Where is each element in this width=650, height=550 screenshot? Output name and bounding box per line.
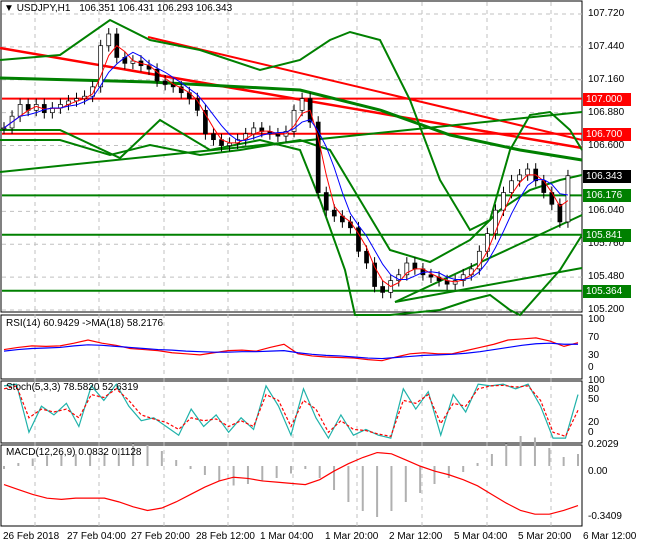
candle-body <box>412 262 418 270</box>
time-axis-label: 6 Mar 12:00 <box>583 531 637 542</box>
candle-body <box>211 133 216 141</box>
price-axis-label: 105.480 <box>588 271 625 283</box>
dropdown-icon[interactable]: ▼ <box>4 3 17 14</box>
candle-body <box>468 268 474 276</box>
macd-axis-label: -0.3409 <box>588 511 622 522</box>
stoch-axis-label: 0 <box>588 427 594 438</box>
time-axis-label: 28 Feb 12:00 <box>196 531 255 542</box>
bollinger-upper <box>0 18 583 232</box>
symbol-header: ▼ USDJPY,H1 106.351 106.431 106.293 106.… <box>4 3 232 14</box>
panel-frame <box>0 0 583 313</box>
price-axis-label: 106.600 <box>588 139 625 151</box>
rsi-axis-label: 100 <box>588 314 605 325</box>
price-tag: 106.176 <box>583 189 631 203</box>
price-tag: 105.841 <box>583 228 631 242</box>
price-axis-label: 106.880 <box>588 106 625 118</box>
candle-body <box>517 174 522 182</box>
time-axis-label: 26 Feb 2018 <box>3 531 60 542</box>
price-tag: 106.700 <box>583 127 631 141</box>
green-trendline <box>394 214 583 303</box>
time-axis-label: 2 Mar 12:00 <box>389 531 443 542</box>
candle-body <box>557 203 563 223</box>
time-axis-label: 1 Mar 20:00 <box>325 531 379 542</box>
macd-axis-label: 0.2029 <box>588 439 619 450</box>
rsi-axis-label: 0 <box>588 362 594 373</box>
stoch-label: Stoch(5,3,3) 78.5820 52.6319 <box>6 382 139 393</box>
candle-body <box>380 286 385 293</box>
macd-label: MACD(12,26,9) 0.0832 0.1128 <box>6 447 142 458</box>
rsi-ma-line <box>3 342 578 360</box>
candle-body <box>525 168 531 176</box>
candle-body <box>98 45 104 88</box>
candle-body <box>501 192 506 211</box>
price-tag: 105.364 <box>583 284 631 298</box>
time-axis-label: 5 Mar 20:00 <box>518 531 572 542</box>
stoch-axis-label: 50 <box>588 394 600 405</box>
price-tag: 107.000 <box>583 92 631 106</box>
time-axis-label: 5 Mar 04:00 <box>454 531 508 542</box>
candle-body <box>299 98 305 111</box>
candle-body <box>565 175 571 223</box>
price-axis-label: 107.720 <box>588 8 625 19</box>
candle-body <box>493 209 498 235</box>
rsi-axis-label: 30 <box>588 350 600 361</box>
price-axis-label: 107.160 <box>588 73 625 85</box>
candle-body <box>364 250 369 264</box>
symbol-label: USDJPY,H1 <box>16 3 71 14</box>
candle-body <box>1 127 7 130</box>
candle-body <box>17 104 23 117</box>
time-axis-label: 1 Mar 04:00 <box>260 531 314 542</box>
price-chart[interactable] <box>0 0 650 550</box>
rsi-label: RSI(14) 60.9429 ->MA(18) 58.2176 <box>6 318 164 329</box>
candle-body <box>331 209 337 217</box>
ohlc-values: 106.351 106.431 106.293 106.343 <box>79 3 233 14</box>
time-axis-label: 27 Feb 20:00 <box>131 531 190 542</box>
candle-body <box>509 180 514 193</box>
candle-body <box>106 33 112 47</box>
red-trendline <box>147 36 583 141</box>
macd-axis-label: 0.00 <box>588 466 608 477</box>
price-axis-label: 107.440 <box>588 40 625 52</box>
candle-body <box>323 192 329 211</box>
rsi-axis-label: 70 <box>588 332 600 343</box>
price-tag: 106.343 <box>583 169 631 183</box>
price-axis-label: 106.040 <box>588 205 625 217</box>
candle-body <box>162 80 168 85</box>
ema-slow <box>3 51 569 280</box>
candle-body <box>227 142 232 146</box>
time-axis-label: 27 Feb 04:00 <box>67 531 126 542</box>
candle-body <box>428 274 434 278</box>
